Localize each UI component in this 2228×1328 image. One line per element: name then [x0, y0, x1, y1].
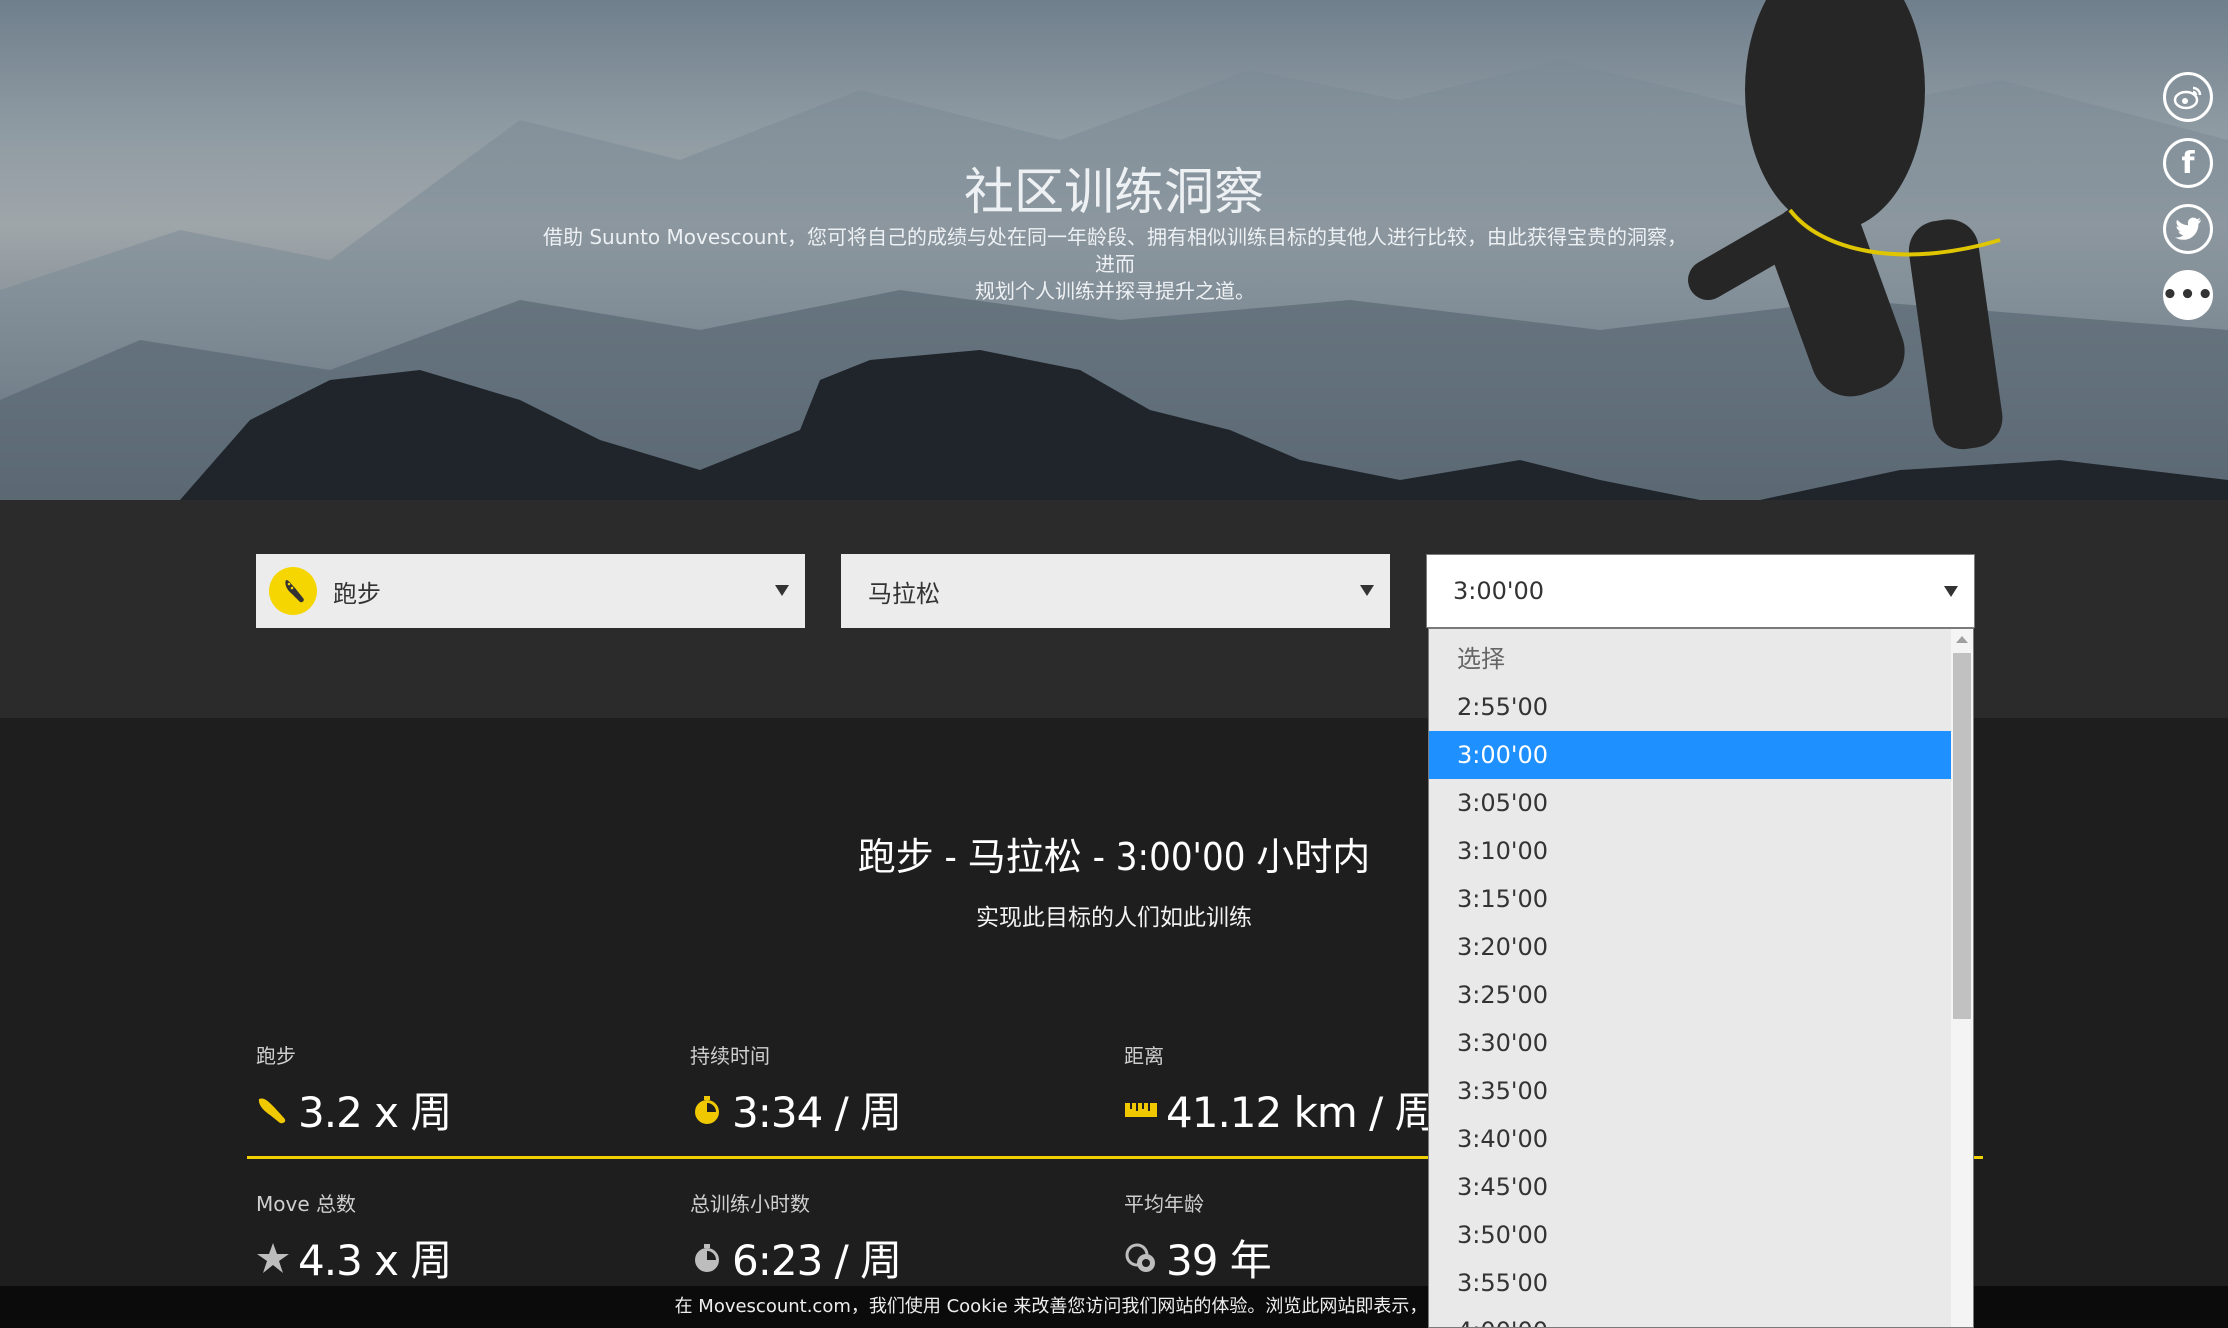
stopwatch-icon: [695, 1095, 719, 1124]
dropdown-option[interactable]: 3:25'00: [1429, 971, 1951, 1019]
stat-duration: 持续时间 3:34 / 周: [690, 1044, 902, 1137]
dropdown-option[interactable]: 3:50'00: [1429, 1211, 1951, 1259]
more-share-button[interactable]: •••: [2161, 270, 2215, 320]
dropdown-option[interactable]: 3:40'00: [1429, 1115, 1951, 1163]
sport-select-value: 跑步: [333, 579, 381, 608]
star-icon: [257, 1242, 289, 1273]
hero-banner: 社区训练洞察 借助 Suunto Movescount，您可将自己的成绩与处在同…: [0, 0, 2228, 500]
stat-total-moves: Move 总数 4.3 x 周: [256, 1192, 452, 1285]
stat-runs: 跑步 3.2 x 周: [256, 1044, 452, 1137]
goal-select[interactable]: 马拉松: [841, 554, 1390, 628]
more-icon: •••: [2161, 280, 2215, 310]
twitter-icon: [2175, 217, 2201, 240]
dropdown-option[interactable]: 3:35'00: [1429, 1067, 1951, 1115]
chevron-down-icon: [1360, 585, 1374, 596]
stopwatch-icon: [695, 1243, 719, 1272]
dropdown-option-selected[interactable]: 3:00'00: [1429, 731, 1951, 779]
dropdown-option[interactable]: 3:30'00: [1429, 1019, 1951, 1067]
chevron-down-icon: [775, 585, 789, 596]
sport-select[interactable]: 跑步: [256, 554, 805, 628]
weibo-icon: [2173, 86, 2202, 110]
dropdown-option[interactable]: 2:55'00: [1429, 683, 1951, 731]
dropdown-option[interactable]: 3:10'00: [1429, 827, 1951, 875]
weibo-share-button[interactable]: [2163, 72, 2213, 122]
running-shoe-icon: [269, 567, 317, 615]
ruler-icon: [1125, 1102, 1157, 1117]
facebook-icon: f: [2181, 145, 2195, 181]
dropdown-option-placeholder[interactable]: 选择: [1429, 635, 1951, 683]
stat-distance: 距离 41.12 km / 周: [1124, 1044, 1437, 1137]
dropdown-option[interactable]: 3:55'00: [1429, 1259, 1951, 1307]
dropdown-option[interactable]: 3:45'00: [1429, 1163, 1951, 1211]
time-select[interactable]: 3:00'00: [1426, 554, 1975, 628]
age-icon: [1125, 1243, 1155, 1272]
stat-average-age: 平均年龄 39 年: [1124, 1192, 1272, 1285]
dropdown-option[interactable]: 3:20'00: [1429, 923, 1951, 971]
dropdown-option[interactable]: 3:05'00: [1429, 779, 1951, 827]
scrollbar-thumb[interactable]: [1953, 653, 1971, 1019]
dropdown-option[interactable]: 3:15'00: [1429, 875, 1951, 923]
page-title: 社区训练洞察: [964, 163, 1264, 221]
dropdown-option[interactable]: 4:00'00: [1429, 1307, 1951, 1327]
time-select-value: 3:00'00: [1453, 577, 1545, 605]
facebook-share-button[interactable]: f: [2163, 138, 2213, 188]
stat-total-hours: 总训练小时数 6:23 / 周: [690, 1192, 902, 1285]
goal-select-value: 马拉松: [868, 579, 940, 608]
page-description: 借助 Suunto Movescount，您可将自己的成绩与处在同一年龄段、拥有…: [543, 225, 1687, 303]
time-dropdown-list[interactable]: 选择 2:55'00 3:00'00 3:05'00 3:10'00 3:15'…: [1428, 628, 1974, 1328]
twitter-share-button[interactable]: [2163, 204, 2213, 254]
chevron-down-icon: [1944, 586, 1958, 597]
running-shoe-icon: [258, 1097, 286, 1123]
dropdown-scrollbar[interactable]: [1951, 629, 1973, 1327]
scroll-up-arrow-icon[interactable]: [1956, 636, 1968, 643]
